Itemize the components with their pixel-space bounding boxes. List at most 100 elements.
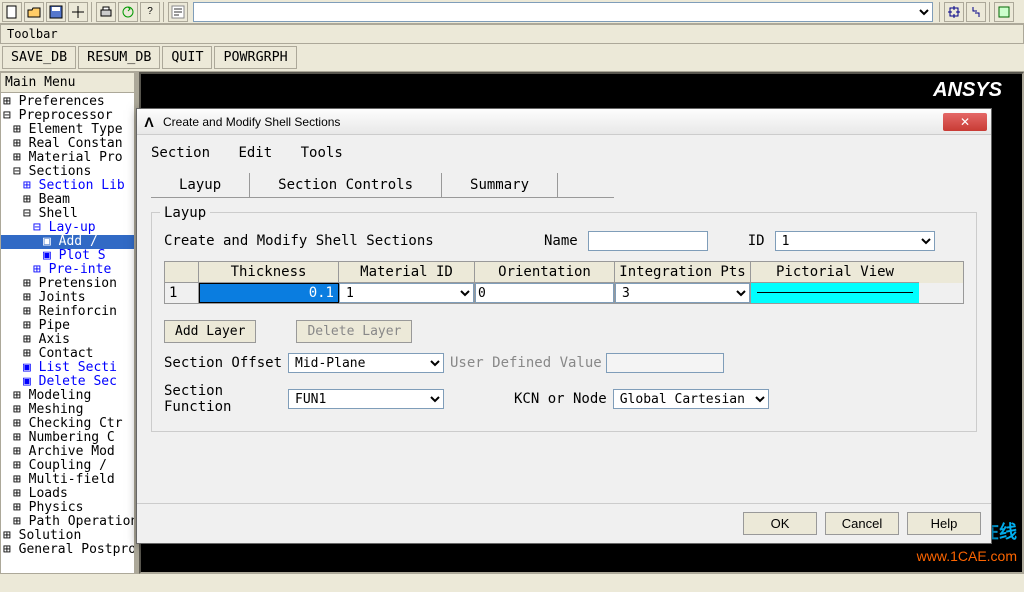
function-select[interactable]: FUN1 (288, 389, 444, 409)
tree-item[interactable]: ⊞ Axis (1, 333, 134, 347)
divider (989, 2, 991, 22)
layers-grid: Thickness Material ID Orientation Integr… (164, 261, 964, 304)
tree-item[interactable]: ⊞ Meshing (1, 403, 134, 417)
print-icon[interactable] (96, 2, 116, 22)
tree-item[interactable]: ⊞ Loads (1, 487, 134, 501)
tree-item[interactable]: ⊞ General Postproc (1, 543, 134, 557)
fieldset-legend: Layup (160, 205, 210, 221)
toolbar-label: Toolbar (0, 24, 1024, 44)
udv-label: User Defined Value (450, 355, 602, 371)
tree-item[interactable]: ⊞ Coupling / (1, 459, 134, 473)
layup-fieldset: Layup Create and Modify Shell Sections N… (151, 212, 977, 432)
header-integration: Integration Pts (615, 262, 751, 283)
rotate-icon[interactable] (966, 2, 986, 22)
tree-item[interactable]: ⊞ Checking Ctr (1, 417, 134, 431)
dialog-titlebar[interactable]: Λ Create and Modify Shell Sections ✕ (137, 109, 991, 135)
row-index: 1 (165, 283, 199, 303)
divider (163, 2, 165, 22)
dialog-menubar: Section Edit Tools (151, 145, 977, 161)
offset-label: Section Offset (164, 355, 288, 371)
save-icon[interactable] (46, 2, 66, 22)
quit-button[interactable]: QUIT (162, 46, 212, 69)
kcn-select[interactable]: Global Cartesian (613, 389, 769, 409)
header-material: Material ID (339, 262, 475, 283)
main-menu-tree[interactable]: Main Menu ⊞ Preferences⊟ Preprocessor⊞ E… (0, 72, 135, 574)
orientation-cell[interactable] (475, 283, 615, 303)
tree-item[interactable]: ⊞ Preferences (1, 95, 134, 109)
tree-item[interactable]: ⊞ Section Lib (1, 179, 134, 193)
tree-item[interactable]: ⊞ Reinforcin (1, 305, 134, 319)
close-icon[interactable]: ✕ (943, 113, 987, 131)
save-db-button[interactable]: SAVE_DB (2, 46, 76, 69)
ansys-logo: ANSYS (933, 79, 1002, 102)
header-orientation: Orientation (475, 262, 615, 283)
header-pictorial: Pictorial View (751, 262, 919, 283)
watermark-url: www.1CAE.com (917, 548, 1017, 564)
pictorial-cell (751, 283, 919, 303)
add-layer-button[interactable]: Add Layer (164, 320, 256, 343)
icon-toolbar: ? (0, 0, 1024, 24)
id-select[interactable]: 1 (775, 231, 935, 251)
tree-item[interactable]: ⊞ Material Pro (1, 151, 134, 165)
tree-item[interactable]: ⊞ Beam (1, 193, 134, 207)
tree-item[interactable]: ⊞ Element Type (1, 123, 134, 137)
tree-item[interactable]: ⊞ Contact (1, 347, 134, 361)
tree-item[interactable]: ⊟ Lay-up (1, 221, 134, 235)
tree-item[interactable]: ⊞ Solution (1, 529, 134, 543)
tab-summary[interactable]: Summary (441, 173, 557, 198)
replot-icon[interactable] (994, 2, 1014, 22)
ok-button[interactable]: OK (743, 512, 817, 535)
new-icon[interactable] (2, 2, 22, 22)
menu-section[interactable]: Section (151, 145, 210, 161)
cancel-button[interactable]: Cancel (825, 512, 899, 535)
command-icon[interactable] (168, 2, 188, 22)
open-icon[interactable] (24, 2, 44, 22)
pan-icon[interactable] (68, 2, 88, 22)
tree-item[interactable]: ⊞ Real Constan (1, 137, 134, 151)
name-field[interactable] (588, 231, 708, 251)
tree-item[interactable]: ▣ List Secti (1, 361, 134, 375)
tree-item[interactable]: ⊞ Physics (1, 501, 134, 515)
help-icon[interactable]: ? (140, 2, 160, 22)
tree-item[interactable]: ▣ Plot S (1, 249, 134, 263)
resum-db-button[interactable]: RESUM_DB (78, 46, 160, 69)
tree-item[interactable]: ▣ Delete Sec (1, 375, 134, 389)
tree-item[interactable]: ⊞ Archive Mod (1, 445, 134, 459)
tree-item[interactable]: ⊟ Preprocessor (1, 109, 134, 123)
tree-item[interactable]: ⊞ Pretension (1, 277, 134, 291)
tab-spacer (557, 173, 614, 198)
help-button[interactable]: Help (907, 512, 981, 535)
tree-item[interactable]: ⊞ Modeling (1, 389, 134, 403)
command-combo[interactable] (193, 2, 933, 22)
offset-select[interactable]: Mid-Plane (288, 353, 444, 373)
divider (939, 2, 941, 22)
udv-field (606, 353, 724, 373)
tab-layup[interactable]: Layup (151, 173, 249, 198)
tree-item[interactable]: ⊟ Sections (1, 165, 134, 179)
tree-item[interactable]: ⊞ Numbering C (1, 431, 134, 445)
divider (91, 2, 93, 22)
tree-item[interactable]: ⊞ Path Operations (1, 515, 134, 529)
tree-item[interactable]: ⊞ Joints (1, 291, 134, 305)
menu-tools[interactable]: Tools (301, 145, 343, 161)
powrgrph-button[interactable]: POWRGRPH (214, 46, 296, 69)
integration-cell[interactable]: 3 (615, 283, 751, 303)
thickness-cell[interactable]: 0.1 (199, 283, 339, 303)
function-label: Section Function (164, 383, 288, 415)
tabs: Layup Section Controls Summary (151, 173, 977, 198)
refresh-icon[interactable] (118, 2, 138, 22)
table-row: 1 0.1 1 3 (165, 283, 963, 303)
dialog-footer: OK Cancel Help (137, 503, 991, 543)
tree-item[interactable]: ⊞ Pipe (1, 319, 134, 333)
shell-sections-dialog: Λ Create and Modify Shell Sections ✕ Sec… (136, 108, 992, 544)
tree-item[interactable]: ⊞ Multi-field (1, 473, 134, 487)
material-cell[interactable]: 1 (339, 283, 475, 303)
tree-item[interactable]: ⊟ Shell (1, 207, 134, 221)
delete-layer-button[interactable]: Delete Layer (296, 320, 412, 343)
tab-section-controls[interactable]: Section Controls (249, 173, 441, 198)
zoom-icon[interactable] (944, 2, 964, 22)
menu-edit[interactable]: Edit (238, 145, 272, 161)
tree-item[interactable]: ⊞ Pre-inte (1, 263, 134, 277)
name-label: Name (544, 233, 578, 249)
tree-item[interactable]: ▣ Add / (1, 235, 134, 249)
